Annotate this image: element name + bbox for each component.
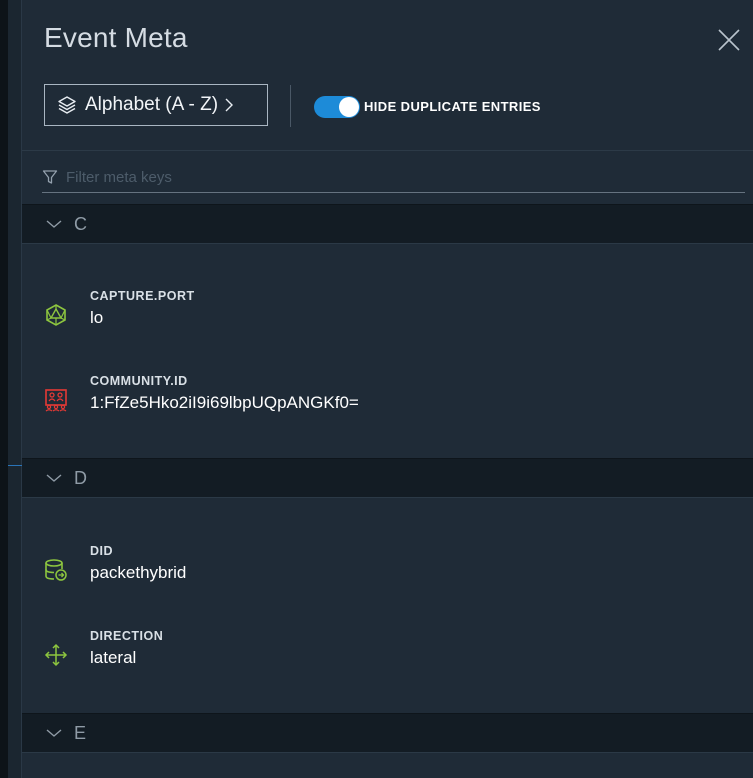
left-gutter xyxy=(8,0,22,778)
meta-item-capture-port: CAPTURE.PORT lo xyxy=(22,289,753,349)
toggle-knob xyxy=(339,97,359,117)
community-group-icon xyxy=(45,389,67,412)
meta-item-direction: DIRECTION lateral xyxy=(22,629,753,689)
meta-key: CAPTURE.PORT xyxy=(90,289,195,303)
chevron-down-icon xyxy=(46,729,62,737)
filter-placeholder: Filter meta keys xyxy=(66,168,172,186)
panel-title: Event Meta xyxy=(44,22,188,53)
group-header-e[interactable]: E xyxy=(22,713,753,753)
meta-value[interactable]: lateral xyxy=(90,648,136,668)
chevron-down-icon xyxy=(46,474,62,482)
move-arrows-icon xyxy=(44,643,68,667)
hide-duplicates-label: HIDE DUPLICATE ENTRIES xyxy=(364,99,541,114)
group-letter: C xyxy=(74,213,87,234)
hide-duplicates-toggle[interactable] xyxy=(314,96,360,118)
chevron-down-icon xyxy=(46,220,62,228)
meta-key: DID xyxy=(90,544,114,558)
group-letter: E xyxy=(74,722,87,743)
meta-value[interactable]: packethybrid xyxy=(90,563,186,583)
filter-icon xyxy=(42,170,58,184)
meta-item-did: DID packethybrid xyxy=(22,544,753,604)
group-letter: D xyxy=(74,467,87,488)
meta-value[interactable]: lo xyxy=(90,308,103,328)
group-header-d[interactable]: D xyxy=(22,458,753,498)
meta-item-community-id: COMMUNITY.ID 1:FfZe5Hko2iI9i69lbpUQpANGK… xyxy=(22,374,753,434)
network-node-icon xyxy=(46,304,66,326)
database-icon xyxy=(45,559,67,581)
layers-icon xyxy=(58,96,76,114)
meta-key: DIRECTION xyxy=(90,629,164,643)
left-edge-bar xyxy=(0,0,8,778)
chevron-right-icon xyxy=(225,98,234,112)
meta-key: COMMUNITY.ID xyxy=(90,374,188,388)
selection-indicator xyxy=(8,465,22,466)
toolbar-bottom-divider xyxy=(22,150,753,151)
filter-input[interactable]: Filter meta keys xyxy=(42,162,745,193)
group-header-c[interactable]: C xyxy=(22,204,753,244)
close-icon xyxy=(718,29,740,51)
close-button[interactable] xyxy=(717,28,741,52)
sort-order-label: Alphabet (A - Z) xyxy=(85,94,219,115)
toolbar-divider xyxy=(290,85,291,127)
meta-value[interactable]: 1:FfZe5Hko2iI9i69lbpUQpANGKf0= xyxy=(90,393,359,413)
event-meta-panel: Event Meta Alphabet (A - Z) HIDE DUPLICA… xyxy=(22,0,753,778)
sort-order-button[interactable]: Alphabet (A - Z) xyxy=(44,84,268,126)
